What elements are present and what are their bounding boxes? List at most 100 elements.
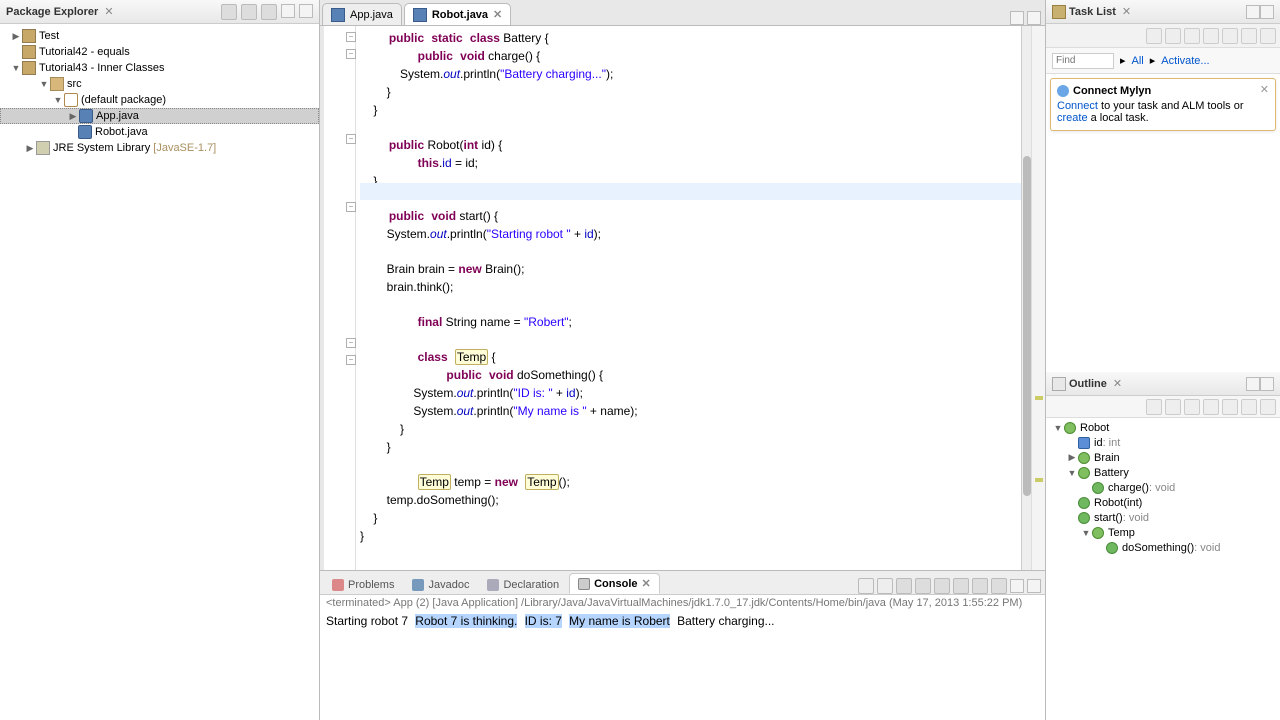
package-icon — [64, 93, 78, 107]
create-link[interactable]: create — [1057, 112, 1088, 124]
view-menu-icon[interactable] — [261, 4, 277, 20]
src-folder[interactable]: ▼src — [0, 76, 319, 92]
fold-icon[interactable]: − — [346, 202, 356, 212]
connect-link[interactable]: Connect — [1057, 100, 1098, 112]
maximize-icon[interactable] — [299, 4, 313, 18]
close-icon[interactable]: ✕ — [642, 577, 651, 590]
task-toolbar — [1046, 24, 1280, 48]
open-console-icon[interactable] — [991, 578, 1007, 594]
fold-icon[interactable]: − — [346, 49, 356, 59]
fold-icon[interactable]: − — [346, 338, 356, 348]
sync-icon[interactable] — [1222, 28, 1238, 44]
clear-console-icon[interactable] — [915, 578, 931, 594]
outline-title: Outline — [1069, 378, 1107, 390]
remove-all-icon[interactable] — [877, 578, 893, 594]
outline-brain[interactable]: ▶Brain — [1046, 450, 1280, 465]
maximize-icon[interactable] — [1027, 11, 1041, 25]
outline-header: Outline ✕ — [1046, 372, 1280, 396]
javadoc-icon — [412, 579, 424, 591]
hide-nonpublic-icon[interactable] — [1203, 399, 1219, 415]
view-menu-icon[interactable] — [1260, 399, 1276, 415]
project-test[interactable]: ▶Test — [0, 28, 319, 44]
code-content[interactable]: public static class Battery { public voi… — [356, 26, 1021, 570]
file-robot-java[interactable]: Robot.java — [0, 124, 319, 140]
outline-temp[interactable]: ▼Temp — [1046, 525, 1280, 540]
tab-problems[interactable]: Problems — [324, 576, 402, 594]
project-tutorial43[interactable]: ▼Tutorial43 - Inner Classes — [0, 60, 319, 76]
project-tutorial42[interactable]: Tutorial42 - equals — [0, 44, 319, 60]
scroll-lock-icon[interactable] — [934, 578, 950, 594]
view-menu-icon[interactable] — [1260, 28, 1276, 44]
collapse-all-icon[interactable] — [221, 4, 237, 20]
focus-icon[interactable] — [1203, 28, 1219, 44]
categorize-icon[interactable] — [1165, 28, 1181, 44]
activate-link[interactable]: Activate... — [1161, 55, 1209, 67]
link-editor-icon[interactable] — [241, 4, 257, 20]
task-list-body[interactable]: ✕ Connect Mylyn Connect to your task and… — [1046, 74, 1280, 372]
file-app-java[interactable]: ▶App.java — [0, 108, 319, 124]
outline-ctor[interactable]: Robot(int) — [1046, 495, 1280, 510]
tab-app-java[interactable]: App.java — [322, 3, 402, 25]
outline-robot[interactable]: ▼Robot — [1046, 420, 1280, 435]
minimize-icon[interactable] — [1246, 5, 1260, 19]
outline-dosomething[interactable]: doSomething() : void — [1046, 540, 1280, 555]
outline-tree[interactable]: ▼Robot id : int ▶Brain ▼Battery charge()… — [1046, 418, 1280, 720]
close-icon[interactable]: ✕ — [493, 8, 502, 21]
fold-icon[interactable]: − — [346, 134, 356, 144]
task-filter-bar: ▸ All ▸ Activate... — [1046, 48, 1280, 74]
remove-launch-icon[interactable] — [858, 578, 874, 594]
field-icon — [1078, 437, 1090, 449]
outline-id[interactable]: id : int — [1046, 435, 1280, 450]
task-find-input[interactable] — [1052, 53, 1114, 69]
maximize-icon[interactable] — [1260, 5, 1274, 19]
hide-static-icon[interactable] — [1184, 399, 1200, 415]
jre-library[interactable]: ▶JRE System Library [JavaSE-1.7] — [0, 140, 319, 156]
tab-console[interactable]: Console ✕ — [569, 573, 660, 594]
new-task-icon[interactable] — [1146, 28, 1162, 44]
maximize-icon[interactable] — [1027, 579, 1041, 593]
sort-icon[interactable] — [1146, 399, 1162, 415]
next-icon[interactable]: ▸ — [1150, 54, 1156, 67]
class-icon — [1078, 452, 1090, 464]
outline-battery[interactable]: ▼Battery — [1046, 465, 1280, 480]
filter-all-link[interactable]: All — [1132, 55, 1144, 67]
prev-icon[interactable]: ▸ — [1120, 54, 1126, 67]
tab-javadoc[interactable]: Javadoc — [404, 576, 477, 594]
console-output[interactable]: Starting robot 7 Robot 7 is thinking. ID… — [320, 611, 1045, 632]
default-package[interactable]: ▼(default package) — [0, 92, 319, 108]
package-explorer-header: Package Explorer ✕ — [0, 0, 319, 24]
source-folder-icon — [50, 77, 64, 91]
package-tree[interactable]: ▶Test Tutorial42 - equals ▼Tutorial43 - … — [0, 24, 319, 720]
project-icon — [22, 29, 36, 43]
editor-gutter[interactable]: − − − − − − — [320, 26, 356, 570]
maximize-icon[interactable] — [1260, 377, 1274, 391]
hide-local-icon[interactable] — [1222, 399, 1238, 415]
code-editor[interactable]: − − − − − − public static class Battery … — [320, 26, 1045, 570]
editor-scrollbar[interactable] — [1021, 26, 1031, 570]
minimize-icon[interactable] — [281, 4, 295, 18]
close-icon[interactable]: ✕ — [1113, 377, 1122, 390]
tab-declaration[interactable]: Declaration — [479, 576, 567, 594]
fold-icon[interactable]: − — [346, 355, 356, 365]
class-icon — [1064, 422, 1076, 434]
minimize-icon[interactable] — [1246, 377, 1260, 391]
method-icon — [1092, 482, 1104, 494]
outline-start[interactable]: start() : void — [1046, 510, 1280, 525]
close-icon[interactable]: ✕ — [104, 5, 113, 18]
close-icon[interactable]: ✕ — [1122, 5, 1131, 18]
overview-ruler[interactable] — [1031, 26, 1045, 570]
fold-icon[interactable]: − — [346, 32, 356, 42]
tab-robot-java[interactable]: Robot.java✕ — [404, 3, 511, 25]
schedule-icon[interactable] — [1184, 28, 1200, 44]
collapse-icon[interactable] — [1241, 28, 1257, 44]
scrollbar-thumb[interactable] — [1023, 156, 1031, 496]
terminate-icon[interactable] — [896, 578, 912, 594]
pin-console-icon[interactable] — [953, 578, 969, 594]
close-icon[interactable]: ✕ — [1260, 83, 1269, 96]
hide-fields-icon[interactable] — [1165, 399, 1181, 415]
focus-icon[interactable] — [1241, 399, 1257, 415]
minimize-icon[interactable] — [1010, 579, 1024, 593]
minimize-icon[interactable] — [1010, 11, 1024, 25]
display-console-icon[interactable] — [972, 578, 988, 594]
outline-charge[interactable]: charge() : void — [1046, 480, 1280, 495]
